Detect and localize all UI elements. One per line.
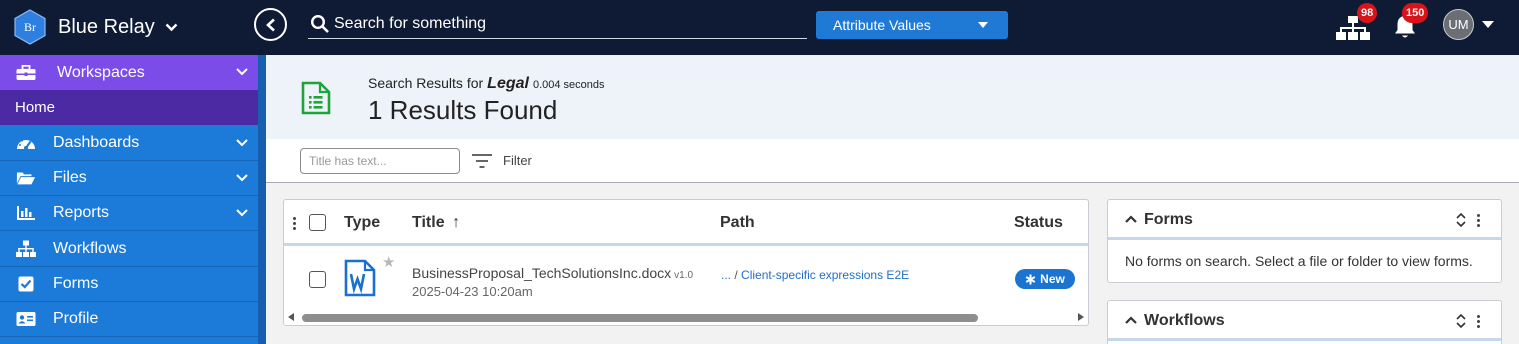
sidebar-item-workspaces[interactable]: Workspaces bbox=[0, 55, 258, 90]
sort-ascending-icon: ↑ bbox=[452, 214, 461, 231]
chevron-down-icon bbox=[236, 139, 248, 147]
sidebar-item-label: Forms bbox=[53, 275, 99, 292]
results-header: Search Results for Legal 0.004 seconds 1… bbox=[266, 55, 1519, 139]
chevron-down-icon bbox=[236, 209, 248, 217]
forms-empty-message: No forms on search. Select a file or fol… bbox=[1125, 253, 1473, 269]
search-icon bbox=[310, 14, 330, 34]
file-path: ... / Client-specific expressions E2E bbox=[721, 268, 909, 282]
sidebar-scrollbar[interactable] bbox=[258, 55, 266, 344]
notifications-badge: 150 bbox=[1402, 3, 1429, 23]
column-title-label: Title bbox=[412, 214, 445, 231]
card-menu-icon[interactable] bbox=[1477, 214, 1481, 229]
forms-card-header: Forms bbox=[1108, 200, 1501, 240]
file-date: 2025-04-23 10:20am bbox=[412, 284, 533, 299]
column-path[interactable]: Path bbox=[720, 214, 755, 232]
back-button[interactable] bbox=[254, 8, 287, 41]
sidebar-item-home[interactable]: Home bbox=[0, 90, 258, 125]
results-table: Type Title ↑ Path Status ★ BusinessPropo… bbox=[283, 199, 1089, 326]
document-list-icon bbox=[301, 81, 331, 120]
chevron-up-icon[interactable] bbox=[1125, 215, 1137, 223]
sidebar: Workspaces Home Dashboards Files Reports… bbox=[0, 55, 266, 344]
folder-open-icon bbox=[16, 168, 36, 188]
gauge-icon bbox=[16, 133, 36, 153]
column-type[interactable]: Type bbox=[344, 214, 380, 232]
status-badge: New bbox=[1015, 269, 1075, 289]
attribute-values-label: Attribute Values bbox=[833, 17, 931, 33]
search-term: Legal bbox=[487, 75, 529, 92]
sidebar-item-dashboards[interactable]: Dashboards bbox=[0, 126, 258, 161]
path-ellipsis-link[interactable]: ... bbox=[721, 268, 731, 282]
title-filter-input[interactable] bbox=[300, 148, 460, 174]
sort-icon[interactable] bbox=[1455, 212, 1467, 228]
column-title[interactable]: Title ↑ bbox=[412, 214, 460, 232]
select-all-checkbox[interactable] bbox=[309, 214, 326, 231]
id-card-icon bbox=[16, 309, 36, 329]
sidebar-item-files[interactable]: Files bbox=[0, 161, 258, 196]
sidebar-item-workflows[interactable]: Workflows bbox=[0, 232, 258, 267]
column-status[interactable]: Status bbox=[1014, 214, 1063, 232]
caret-down-icon bbox=[978, 22, 988, 28]
file-version: v1.0 bbox=[674, 270, 694, 281]
chevron-left-icon bbox=[265, 18, 275, 31]
table-row[interactable]: ★ BusinessProposal_TechSolutionsInc.docx… bbox=[284, 249, 1088, 311]
brand-name: Blue Relay bbox=[58, 15, 155, 38]
scroll-right-icon[interactable] bbox=[1078, 313, 1084, 321]
filter-bar: Filter bbox=[266, 139, 1519, 183]
search-results-prefix: Search Results for bbox=[368, 75, 484, 91]
chevron-down-icon bbox=[236, 68, 248, 76]
file-name-link[interactable]: BusinessProposal_TechSolutionsInc.docx v1… bbox=[412, 265, 693, 281]
user-avatar[interactable]: UM bbox=[1443, 9, 1474, 40]
caret-down-icon[interactable] bbox=[1482, 21, 1494, 28]
table-header: Type Title ↑ Path Status bbox=[284, 200, 1088, 246]
chevron-up-icon[interactable] bbox=[1125, 316, 1137, 324]
brand-logo-text: Br bbox=[24, 19, 36, 34]
search-summary: Search Results for Legal 0.004 seconds bbox=[368, 75, 605, 93]
file-name: BusinessProposal_TechSolutionsInc.docx bbox=[412, 265, 672, 281]
word-doc-icon bbox=[344, 259, 376, 302]
bar-chart-icon bbox=[16, 203, 36, 223]
status-label: New bbox=[1040, 272, 1065, 286]
sidebar-item-label: Files bbox=[53, 169, 87, 186]
sidebar-item-label: Reports bbox=[53, 204, 110, 221]
sidebar-item-forms[interactable]: Forms bbox=[0, 267, 258, 302]
top-bar: Br Blue Relay Attribute Values 9 bbox=[0, 0, 1519, 55]
row-checkbox[interactable] bbox=[309, 271, 326, 288]
filter-button[interactable]: Filter bbox=[503, 153, 532, 168]
path-folder-link[interactable]: Client-specific expressions E2E bbox=[741, 268, 909, 282]
chevron-down-icon bbox=[165, 23, 178, 32]
sidebar-item-label: Workspaces bbox=[57, 63, 145, 81]
sidebar-item-label: Workflows bbox=[53, 240, 127, 257]
path-separator: / bbox=[734, 268, 738, 282]
search-input[interactable] bbox=[334, 15, 794, 33]
workflows-card: Workflows bbox=[1107, 300, 1502, 344]
global-search bbox=[308, 10, 807, 39]
sidebar-item-reports[interactable]: Reports bbox=[0, 196, 258, 231]
search-time: 0.004 seconds bbox=[532, 79, 605, 91]
workflows-card-header: Workflows bbox=[1108, 301, 1501, 341]
sidebar-item-profile[interactable]: Profile bbox=[0, 302, 258, 337]
filter-icon[interactable] bbox=[472, 154, 492, 168]
brand-switcher[interactable]: Br Blue Relay bbox=[14, 8, 178, 46]
chevron-down-icon bbox=[236, 174, 248, 182]
sidebar-item-label: Dashboards bbox=[53, 134, 140, 151]
scroll-left-icon[interactable] bbox=[288, 313, 294, 321]
sitemap-icon bbox=[16, 239, 36, 259]
scrollbar-thumb[interactable] bbox=[302, 314, 978, 322]
sidebar-item-label: Profile bbox=[53, 310, 99, 327]
workflows-card-title: Workflows bbox=[1144, 312, 1225, 329]
results-count: 1 Results Found bbox=[368, 95, 558, 125]
brand-logo: Br bbox=[14, 9, 46, 45]
sort-icon[interactable] bbox=[1455, 313, 1467, 329]
favorite-star-icon[interactable]: ★ bbox=[382, 253, 395, 271]
org-chart-badge: 98 bbox=[1357, 3, 1378, 23]
card-menu-icon[interactable] bbox=[1477, 315, 1481, 330]
briefcase-icon bbox=[16, 63, 36, 83]
column-menu-icon[interactable] bbox=[293, 217, 297, 232]
attribute-values-dropdown[interactable]: Attribute Values bbox=[816, 11, 1008, 39]
forms-card-title: Forms bbox=[1144, 211, 1193, 228]
horizontal-scrollbar[interactable] bbox=[284, 310, 1088, 325]
asterisk-icon bbox=[1025, 274, 1036, 284]
forms-card: Forms No forms on search. Select a file … bbox=[1107, 199, 1502, 283]
checkbox-icon bbox=[16, 274, 36, 294]
